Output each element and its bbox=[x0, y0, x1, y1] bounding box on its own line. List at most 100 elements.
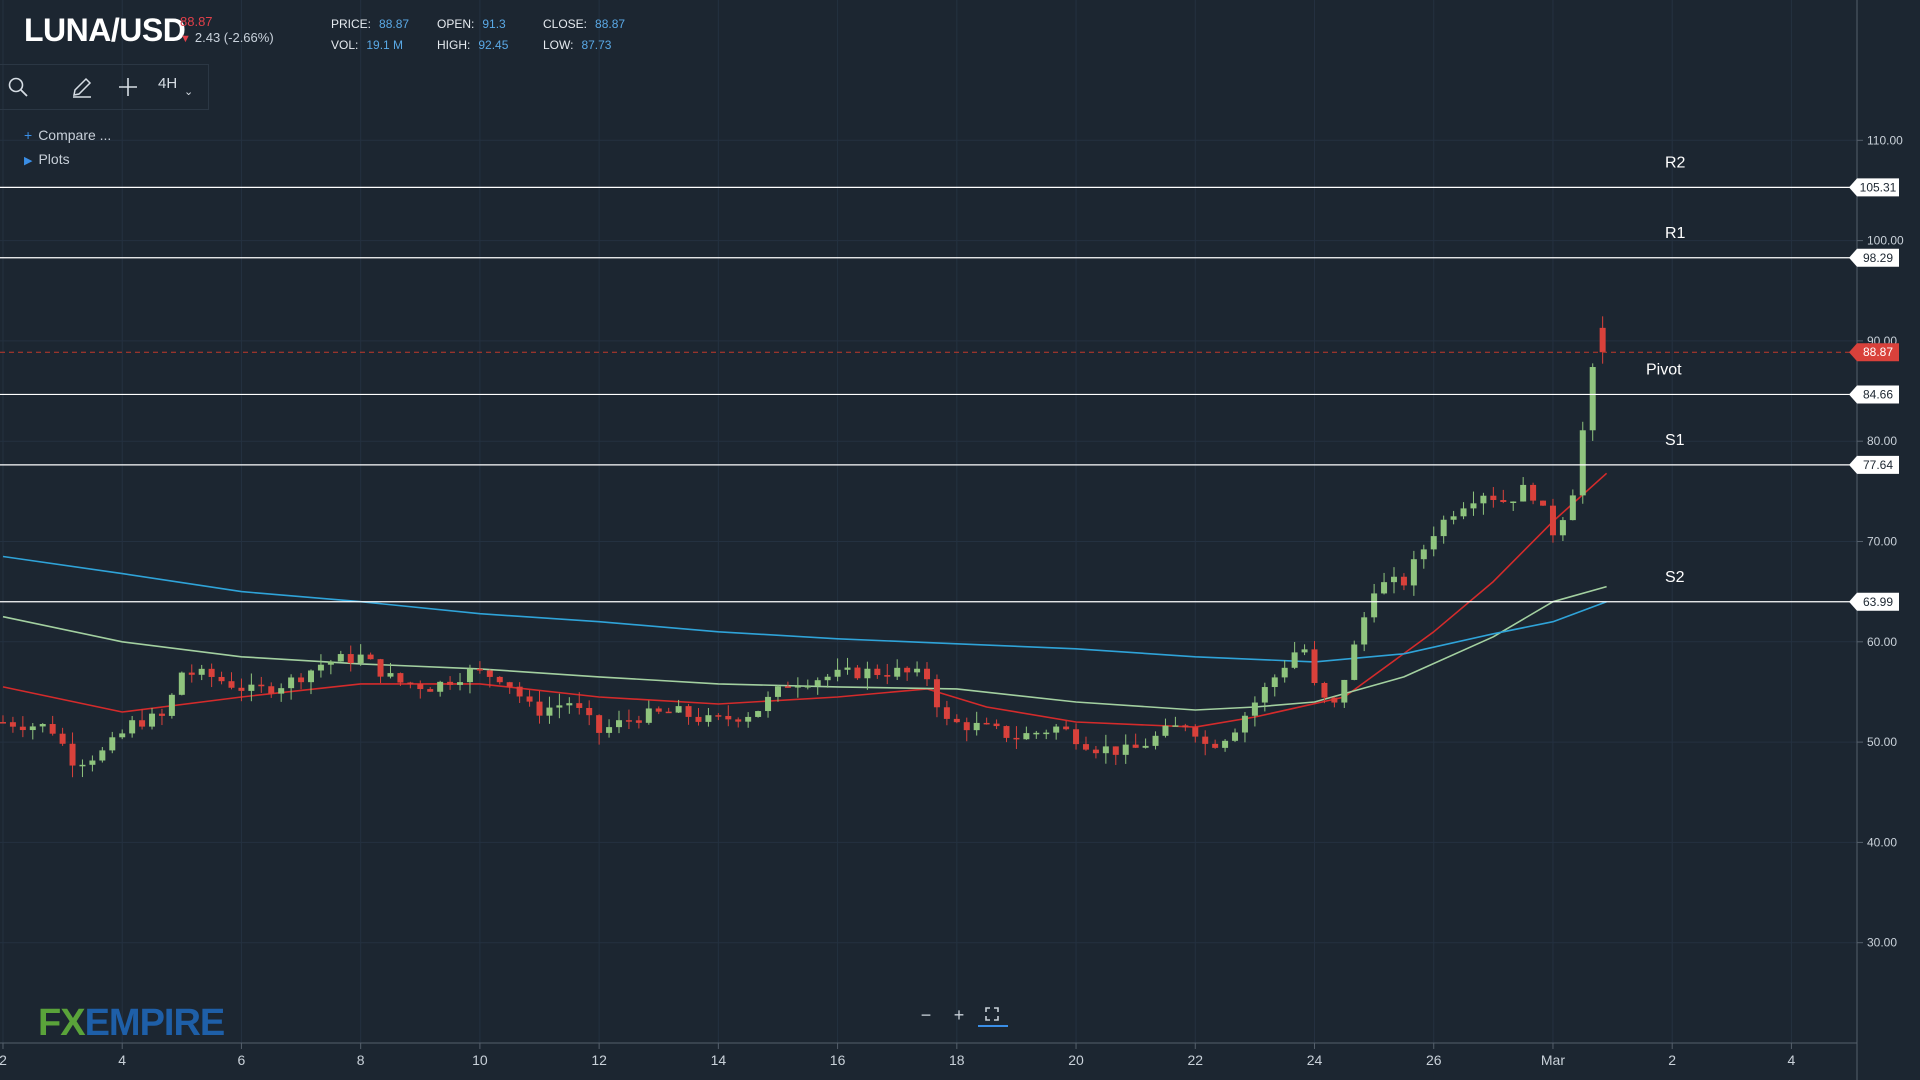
last-price: 88.87 bbox=[180, 14, 213, 29]
fxempire-logo: FXEMPIRE bbox=[38, 1002, 225, 1044]
candle-body bbox=[129, 720, 136, 734]
zoom-out-button[interactable]: − bbox=[915, 1004, 937, 1026]
candle-body bbox=[566, 703, 573, 706]
price-tag-label: 105.31 bbox=[1860, 180, 1897, 194]
candle-body bbox=[49, 724, 56, 734]
candle-body bbox=[158, 713, 165, 716]
candle-body bbox=[1311, 649, 1318, 684]
timeframe-select[interactable]: 4H ⌄ bbox=[158, 75, 193, 98]
candle-body bbox=[327, 661, 334, 665]
candle-body bbox=[1102, 746, 1109, 754]
stat-price: PRICE: 88.87 bbox=[331, 17, 410, 31]
price-tag-label: 63.99 bbox=[1863, 595, 1893, 609]
chevron-down-icon: ⌄ bbox=[184, 86, 194, 98]
candle-body bbox=[1132, 744, 1139, 748]
candle-body bbox=[1480, 495, 1487, 504]
candle-body bbox=[466, 668, 473, 683]
price-tag-label: 88.87 bbox=[1863, 345, 1893, 359]
price-chart[interactable]: 110.00100.0090.0080.0070.0060.0050.0040.… bbox=[0, 0, 1920, 1080]
candle-body bbox=[645, 708, 652, 723]
candle-body bbox=[1003, 726, 1010, 738]
x-tick-label: Mar bbox=[1541, 1052, 1565, 1068]
x-tick-label: 6 bbox=[238, 1052, 246, 1068]
candlesticks bbox=[0, 316, 1606, 778]
candle-body bbox=[963, 722, 970, 731]
candle-body bbox=[625, 720, 632, 722]
plots-link[interactable]: ▶ Plots bbox=[24, 151, 70, 167]
symbol-title: LUNA/USD bbox=[24, 12, 186, 48]
candle-body bbox=[99, 750, 106, 761]
candle-body bbox=[933, 679, 940, 708]
candle-body bbox=[1450, 516, 1457, 520]
candle-body bbox=[1589, 367, 1596, 431]
candle-body bbox=[1530, 484, 1537, 501]
candle-body bbox=[1112, 746, 1119, 755]
candle-body bbox=[268, 686, 275, 694]
zoom-in-button[interactable]: + bbox=[948, 1004, 970, 1026]
candle-body bbox=[1510, 501, 1517, 504]
candle-body bbox=[834, 669, 841, 677]
level-label-pivot: Pivot bbox=[1646, 361, 1682, 378]
plus-icon[interactable] bbox=[108, 65, 148, 109]
candle-body bbox=[1033, 732, 1040, 735]
candle-body bbox=[1172, 725, 1179, 727]
y-tick-label: 40.00 bbox=[1867, 835, 1897, 849]
candle-body bbox=[586, 707, 593, 716]
plus-icon: + bbox=[24, 127, 33, 143]
candle-body bbox=[774, 686, 781, 697]
x-tick-label: 10 bbox=[472, 1052, 488, 1068]
candle-body bbox=[109, 737, 116, 751]
stat-close: CLOSE: 88.87 bbox=[543, 17, 626, 31]
candle-body bbox=[168, 694, 175, 716]
candle-body bbox=[794, 686, 801, 688]
fullscreen-icon[interactable] bbox=[981, 1004, 1003, 1026]
candle-body bbox=[1371, 593, 1378, 618]
candle-body bbox=[1599, 327, 1606, 353]
candle-body bbox=[1271, 677, 1278, 688]
price-tag-label: 77.64 bbox=[1863, 458, 1893, 472]
candle-body bbox=[357, 654, 364, 664]
candle-body bbox=[685, 706, 692, 717]
x-tick-label: 12 bbox=[591, 1052, 607, 1068]
y-tick-label: 60.00 bbox=[1867, 635, 1897, 649]
candle-body bbox=[397, 673, 404, 683]
search-icon[interactable] bbox=[0, 65, 38, 109]
candle-body bbox=[784, 686, 791, 688]
candle-body bbox=[298, 677, 305, 683]
candle-body bbox=[1281, 667, 1288, 678]
zoom-indicator bbox=[978, 1025, 1008, 1027]
candle-body bbox=[546, 707, 553, 716]
candle-body bbox=[1251, 702, 1258, 716]
candle-body bbox=[238, 687, 245, 691]
candle-body bbox=[288, 677, 295, 689]
y-tick-label: 70.00 bbox=[1867, 535, 1897, 549]
candle-body bbox=[596, 715, 603, 733]
pencil-icon[interactable] bbox=[62, 65, 102, 109]
candle-body bbox=[178, 672, 185, 695]
y-tick-label: 110.00 bbox=[1867, 133, 1903, 147]
candle-body bbox=[844, 667, 851, 670]
candle-body bbox=[139, 720, 146, 727]
candle-body bbox=[1321, 683, 1328, 698]
candle-body bbox=[536, 701, 543, 716]
level-label-s2: S2 bbox=[1665, 569, 1685, 586]
candle-body bbox=[188, 672, 195, 675]
x-tick-label: 16 bbox=[830, 1052, 846, 1068]
candle-body bbox=[1361, 617, 1368, 645]
candle-body bbox=[1212, 743, 1219, 748]
candle-body bbox=[407, 682, 414, 685]
candle-body bbox=[894, 667, 901, 677]
level-price-tag: 98.29 bbox=[1849, 248, 1899, 267]
level-label-s1: S1 bbox=[1665, 432, 1685, 449]
candle-body bbox=[1192, 727, 1199, 737]
candle-body bbox=[1331, 697, 1338, 703]
candle-body bbox=[1152, 735, 1159, 746]
y-tick-label: 50.00 bbox=[1867, 735, 1897, 749]
x-tick-label: 8 bbox=[357, 1052, 365, 1068]
compare-link[interactable]: + Compare ... bbox=[24, 127, 111, 143]
candle-body bbox=[606, 727, 613, 733]
current-price-tag: 88.87 bbox=[1849, 343, 1899, 362]
candle-body bbox=[1142, 745, 1149, 748]
candle-body bbox=[119, 733, 126, 738]
stat-low: LOW: 87.73 bbox=[543, 38, 612, 52]
